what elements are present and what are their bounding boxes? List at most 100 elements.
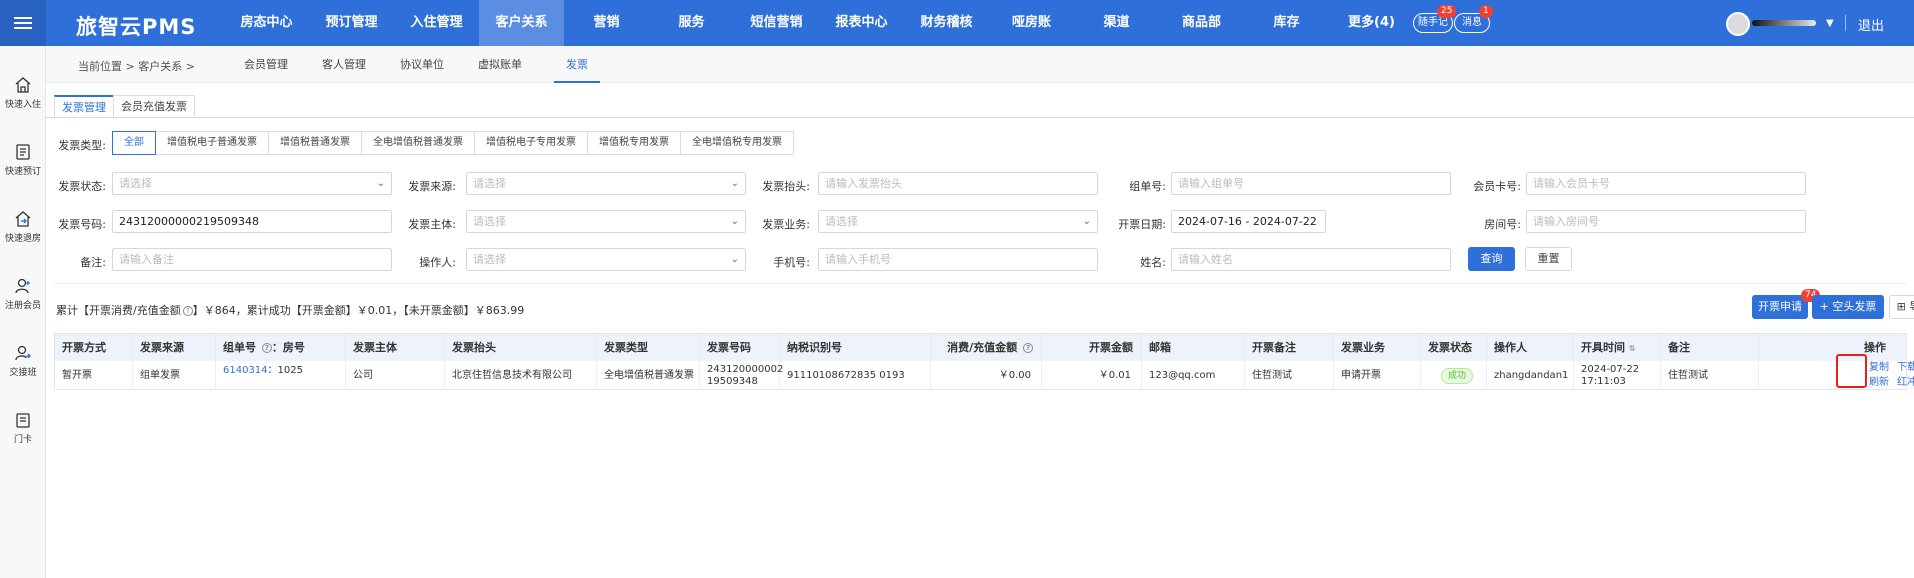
nav-item-channel[interactable]: 渠道: [1074, 0, 1159, 46]
nav-item-audit[interactable]: 财务稽核: [904, 0, 989, 46]
col-header: 备注: [1661, 334, 1759, 361]
invoice-business-label: 发票业务:: [762, 218, 810, 231]
invoice-status-select[interactable]: 请选择 ⌄: [112, 172, 392, 195]
nav-item-reservation[interactable]: 预订管理: [309, 0, 394, 46]
room-no-input[interactable]: 请输入房间号: [1526, 210, 1806, 233]
type-option-full-e-normal[interactable]: 全电增值税普通发票: [361, 131, 475, 155]
subtab-members[interactable]: 会员管理: [230, 46, 302, 83]
username-redacted[interactable]: [1752, 20, 1816, 26]
tab-invoice-management[interactable]: 发票管理: [54, 95, 114, 118]
nav-item-goods[interactable]: 商品部: [1159, 0, 1244, 46]
group-no-input[interactable]: 请输入组单号: [1171, 172, 1451, 195]
invoice-business-select[interactable]: 请选择 ⌄: [818, 210, 1098, 233]
card-icon: [16, 413, 30, 428]
copy-link[interactable]: 复制: [1869, 362, 1897, 374]
invoice-apply-button[interactable]: 开票申请: [1752, 295, 1808, 319]
nav-item-room-status[interactable]: 房态中心: [224, 0, 309, 46]
invoice-header-input[interactable]: 请输入发票抬头: [818, 172, 1098, 195]
handover-icon: [15, 345, 31, 361]
group-no-link[interactable]: 6140314: [223, 365, 268, 377]
menu-toggle-icon[interactable]: [0, 0, 46, 46]
invoice-date-range[interactable]: 2024-07-16 - 2024-07-22: [1171, 210, 1326, 233]
invoice-type-segment: 全部 增值税电子普通发票 增值税普通发票 全电增值税普通发票 增值税电子专用发票…: [112, 131, 794, 155]
nav-item-marketing[interactable]: 营销: [564, 0, 649, 46]
chevron-down-icon: ⌄: [376, 178, 385, 189]
type-option-full-e-special[interactable]: 全电增值税专用发票: [680, 131, 794, 155]
nav-item-more[interactable]: 更多(4): [1329, 0, 1414, 46]
col-header: 发票来源: [133, 334, 216, 361]
divider: [46, 117, 1914, 118]
cell-status: 成功: [1421, 361, 1487, 390]
sort-icon[interactable]: ⇅: [1629, 344, 1636, 353]
chevron-down-icon[interactable]: ▼: [1826, 18, 1834, 29]
sidebar-item-door-card[interactable]: 门卡: [0, 411, 46, 445]
sidebar-item-quick-checkout[interactable]: 快速退房: [0, 210, 46, 244]
subtab-agreement-units[interactable]: 协议单位: [386, 46, 458, 83]
refresh-link[interactable]: 刷新: [1869, 377, 1897, 389]
nav-item-service[interactable]: 服务: [649, 0, 734, 46]
document-icon: [16, 144, 30, 160]
col-header: 发票类型: [597, 334, 700, 361]
query-button[interactable]: 查询: [1468, 247, 1515, 271]
phone-label: 手机号:: [773, 256, 810, 269]
operator-select[interactable]: 请选择 ⌄: [466, 248, 746, 271]
nav-item-reports[interactable]: 报表中心: [819, 0, 904, 46]
phone-input[interactable]: 请输入手机号: [818, 248, 1098, 271]
cell-time: 2024-07-22 17:11:03: [1574, 361, 1661, 390]
type-option-e-special[interactable]: 增值税电子专用发票: [474, 131, 588, 155]
reset-button[interactable]: 重置: [1525, 247, 1572, 271]
type-option-all[interactable]: 全部: [112, 131, 156, 155]
tab-member-recharge-invoice[interactable]: 会员充值发票: [113, 95, 195, 118]
type-option-special[interactable]: 增值税专用发票: [587, 131, 681, 155]
help-icon[interactable]: ?: [1023, 343, 1033, 353]
placeholder: 请选择: [825, 215, 858, 228]
invoice-source-select[interactable]: 请选择 ⌄: [466, 172, 746, 195]
red-reverse-link[interactable]: 红冲: [1897, 377, 1914, 389]
invoice-entity-select[interactable]: 请选择 ⌄: [466, 210, 746, 233]
col-header-time[interactable]: 开具时间 ⇅: [1574, 334, 1661, 361]
sidebar-item-quick-reserve[interactable]: 快速预订: [0, 143, 46, 177]
sidebar-item-register-member[interactable]: 注册会员: [0, 277, 46, 311]
room-no: ：1025: [267, 365, 303, 376]
nav-item-sms[interactable]: 短信营销: [734, 0, 819, 46]
cell-email: 123@qq.com: [1142, 361, 1245, 390]
nav-item-checkin[interactable]: 入住管理: [394, 0, 479, 46]
sidebar-item-quick-checkin[interactable]: 快速入住: [0, 76, 46, 110]
member-card-input[interactable]: 请输入会员卡号: [1526, 172, 1806, 195]
main-nav: 房态中心 预订管理 入住管理 客户关系 营销 服务 短信营销 报表中心 财务稽核…: [224, 0, 1414, 46]
col-header: 发票状态: [1421, 334, 1487, 361]
nav-item-inventory[interactable]: 库存: [1244, 0, 1329, 46]
col-header: 操作人: [1487, 334, 1574, 361]
name-input[interactable]: 请输入姓名: [1171, 248, 1451, 271]
user-add-icon: [15, 278, 30, 294]
red-reverse-highlight: [1836, 354, 1867, 388]
download-link[interactable]: 下载: [1897, 362, 1914, 374]
chevron-down-icon: ⌄: [1082, 216, 1091, 227]
logout-button[interactable]: 退出: [1858, 15, 1884, 34]
subtab-virtual-bills[interactable]: 虚拟账单: [464, 46, 536, 83]
export-button[interactable]: ⊞ 导出: [1889, 295, 1914, 319]
chevron-down-icon: ⌄: [730, 254, 739, 265]
blank-invoice-button[interactable]: + 空头发票: [1812, 295, 1884, 319]
nav-item-dummy-account[interactable]: 哑房账: [989, 0, 1074, 46]
divider: [1845, 15, 1846, 31]
invoice-entity-label: 发票主体:: [408, 218, 456, 231]
type-option-e-normal[interactable]: 增值税电子普通发票: [155, 131, 269, 155]
sidebar-item-shift-handover[interactable]: 交接班: [0, 344, 46, 378]
help-icon[interactable]: ?: [182, 306, 193, 316]
help-icon[interactable]: ?: [261, 343, 272, 353]
export-icon: ⊞: [1896, 300, 1910, 313]
subtab-invoice[interactable]: 发票: [554, 46, 600, 83]
summary-line: 累计【开票消费/充值金额? 】￥864，累计成功【开票金额】￥0.01，【未开票金…: [56, 302, 524, 318]
type-option-normal[interactable]: 增值税普通发票: [268, 131, 362, 155]
remark-input[interactable]: 请输入备注: [112, 248, 392, 271]
col-header: 发票主体: [346, 334, 445, 361]
subtab-guests[interactable]: 客人管理: [308, 46, 380, 83]
invoice-date-label: 开票日期:: [1118, 218, 1166, 231]
notes-badge: 25: [1437, 5, 1457, 18]
avatar[interactable]: [1726, 12, 1750, 36]
col-header-text: 开具时间: [1581, 341, 1625, 354]
room-no-label: 房间号:: [1484, 218, 1521, 231]
invoice-number-input[interactable]: 24312000000219509348: [112, 210, 392, 233]
nav-item-customer[interactable]: 客户关系: [479, 0, 564, 46]
